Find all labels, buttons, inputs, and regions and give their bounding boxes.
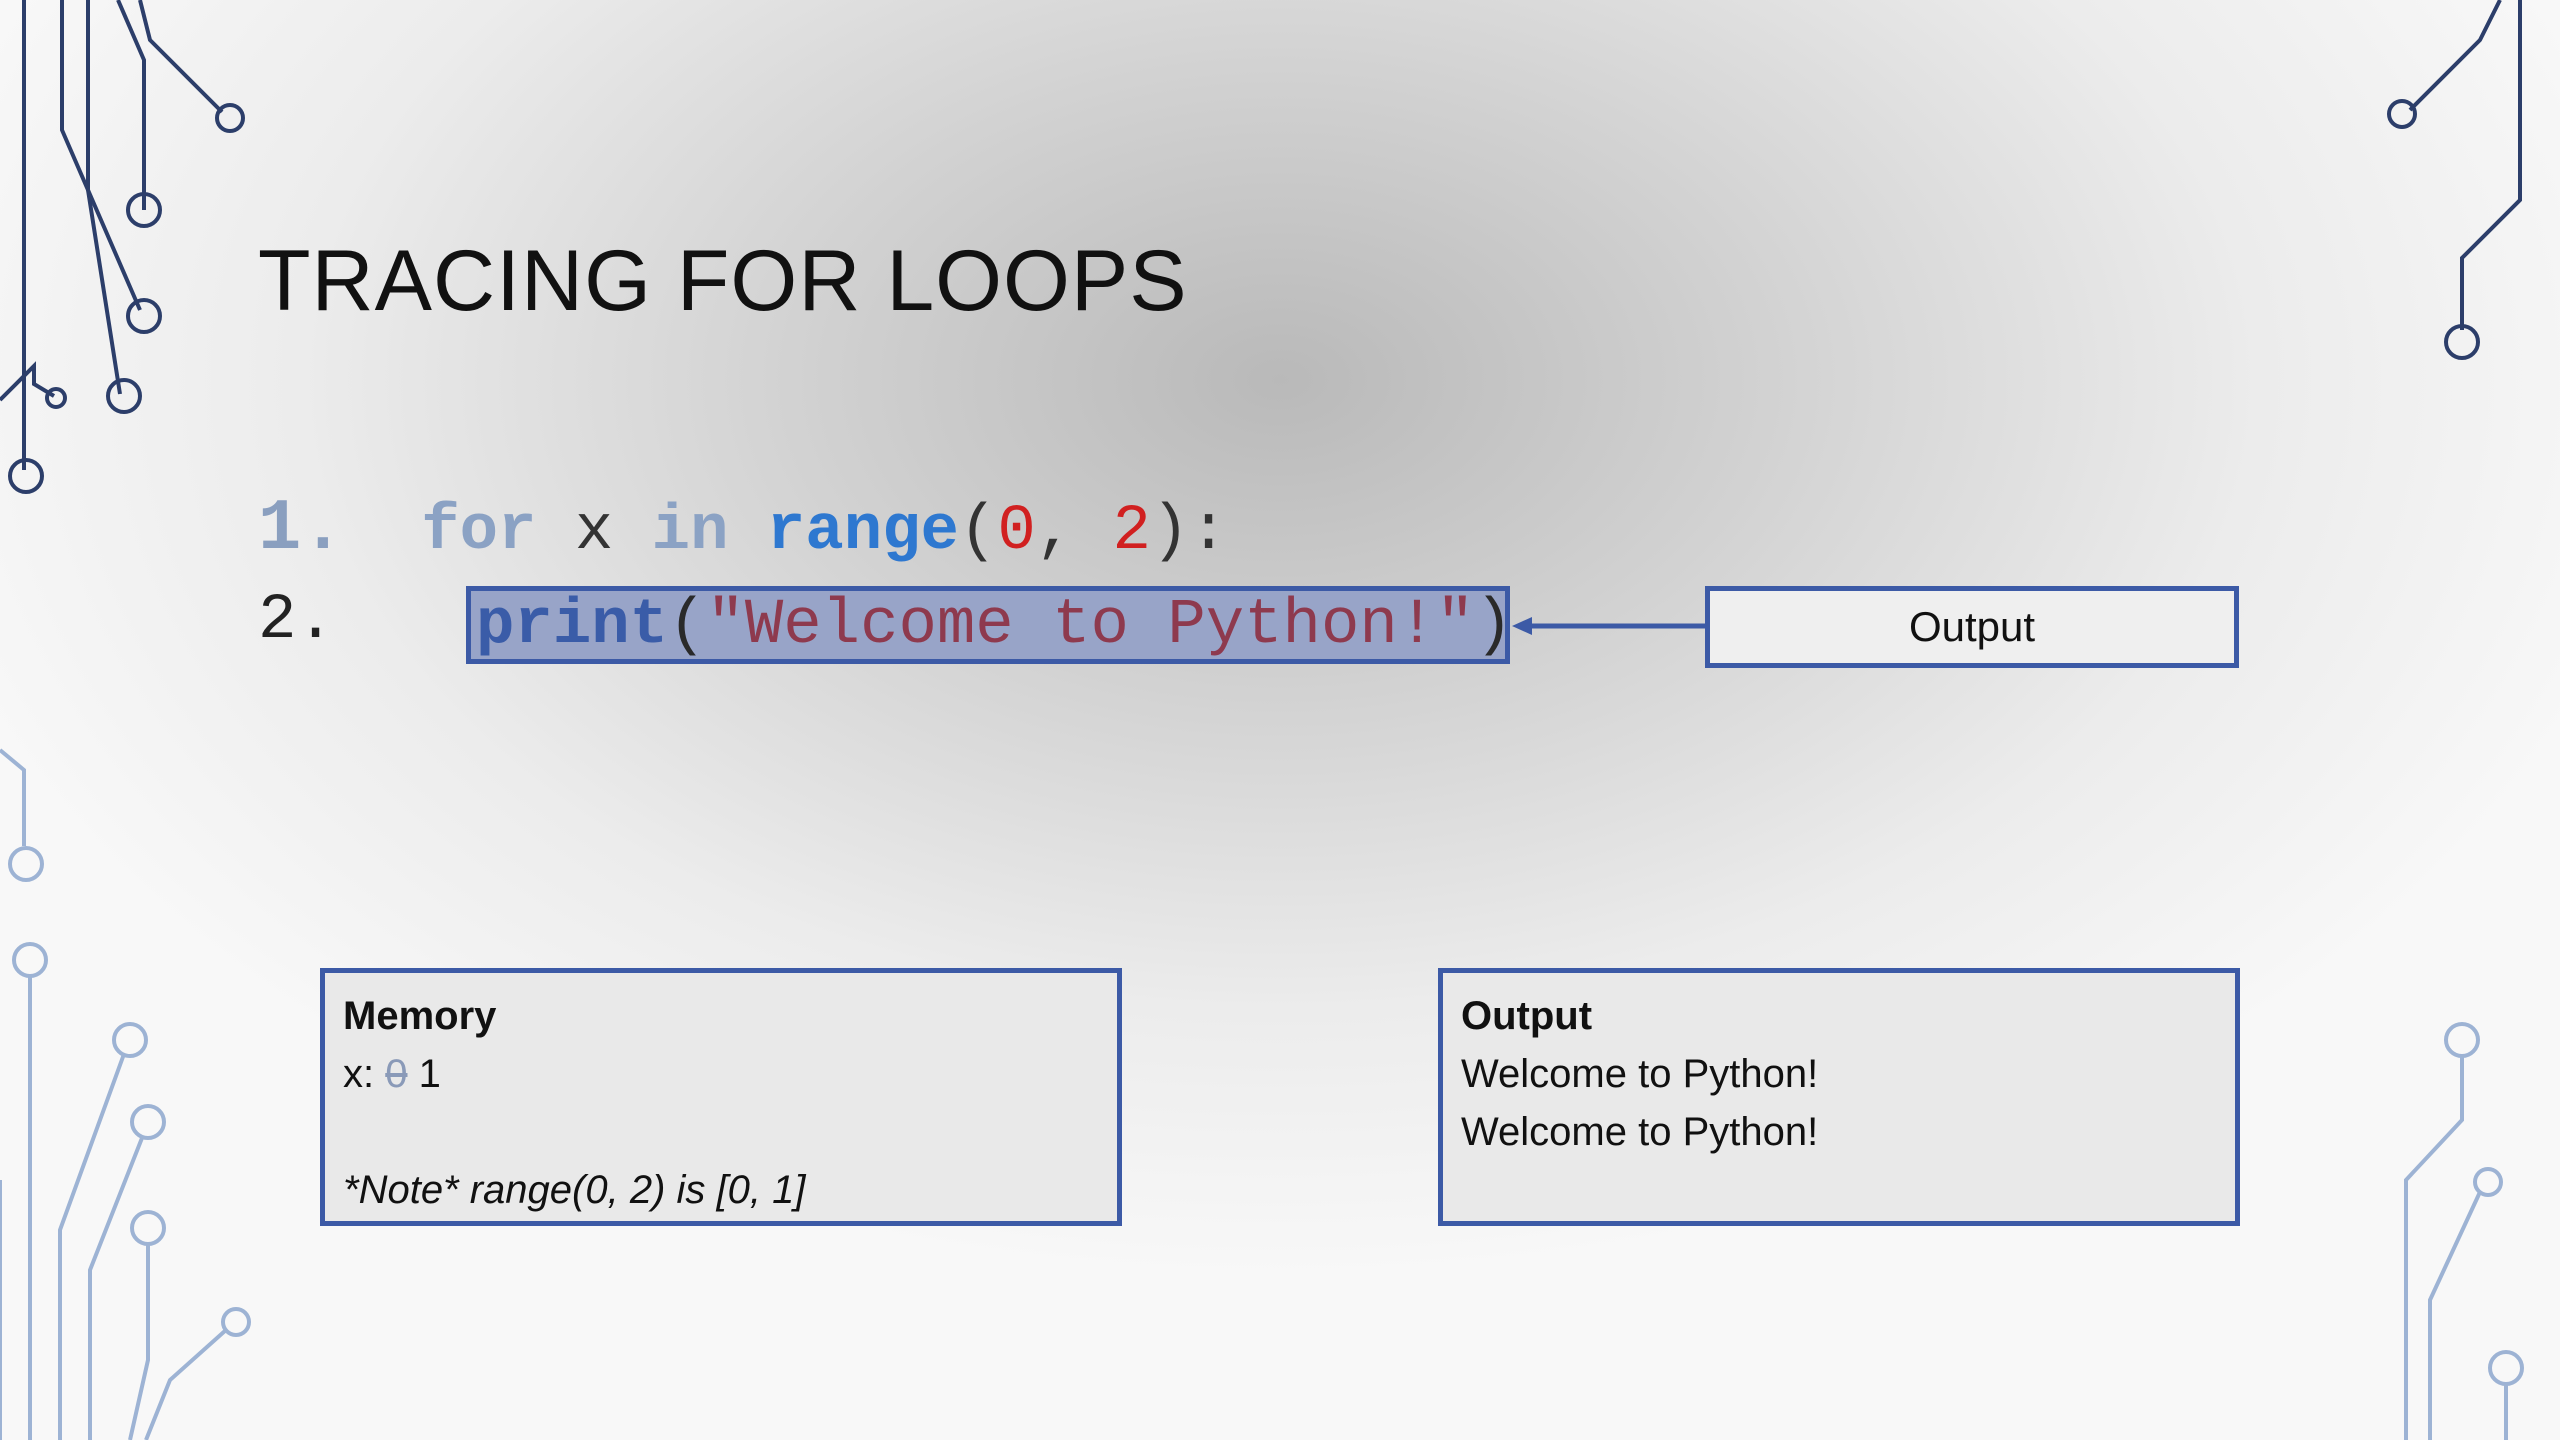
memory-variable-row: x: 0 1 — [343, 1045, 1099, 1103]
range-start: 0 — [997, 496, 1036, 568]
output-line: Welcome to Python! — [1461, 1110, 1819, 1154]
range-stop: 2 — [1112, 496, 1151, 568]
close-paren-colon: ): — [1150, 496, 1228, 568]
output-box: Output Welcome to Python! Welcome to Pyt… — [1438, 968, 2240, 1226]
print-function: print — [476, 590, 669, 662]
close-paren: ) — [1474, 590, 1513, 662]
output-label-box: Output — [1705, 586, 2239, 668]
memory-heading: Memory — [343, 994, 497, 1038]
old-value: 0 — [385, 1052, 408, 1096]
output-line: Welcome to Python! — [1461, 1052, 1819, 1096]
code-line-2: 2. — [258, 585, 335, 657]
comma: , — [1035, 496, 1075, 568]
slide: Tracing for Loops 1. for x in range(0, 2… — [0, 0, 2560, 1440]
range-function: range — [766, 496, 959, 568]
line-number: 2. — [258, 585, 335, 657]
arrow-left-icon — [1512, 617, 1706, 635]
slide-title: Tracing for Loops — [258, 233, 1188, 329]
line-number: 1. — [258, 488, 345, 570]
code-line-1: 1. for x in range(0, 2): — [258, 488, 1228, 570]
print-statement: print("Welcome to Python!") — [476, 590, 1513, 662]
open-paren: ( — [958, 496, 998, 568]
keyword-for: for — [421, 496, 537, 568]
memory-box: Memory x: 0 1 *Note* range(0, 2) is [0, … — [320, 968, 1122, 1226]
variable-label: x: — [343, 1052, 375, 1096]
string-literal: "Welcome to Python!" — [706, 590, 1475, 662]
memory-note: *Note* range(0, 2) is [0, 1] — [343, 1168, 806, 1212]
loop-variable: x — [574, 496, 614, 568]
output-label: Output — [1908, 603, 2036, 650]
current-value: 1 — [418, 1052, 441, 1096]
keyword-in: in — [651, 496, 729, 568]
output-heading: Output — [1461, 994, 1593, 1038]
open-paren: ( — [668, 590, 707, 662]
